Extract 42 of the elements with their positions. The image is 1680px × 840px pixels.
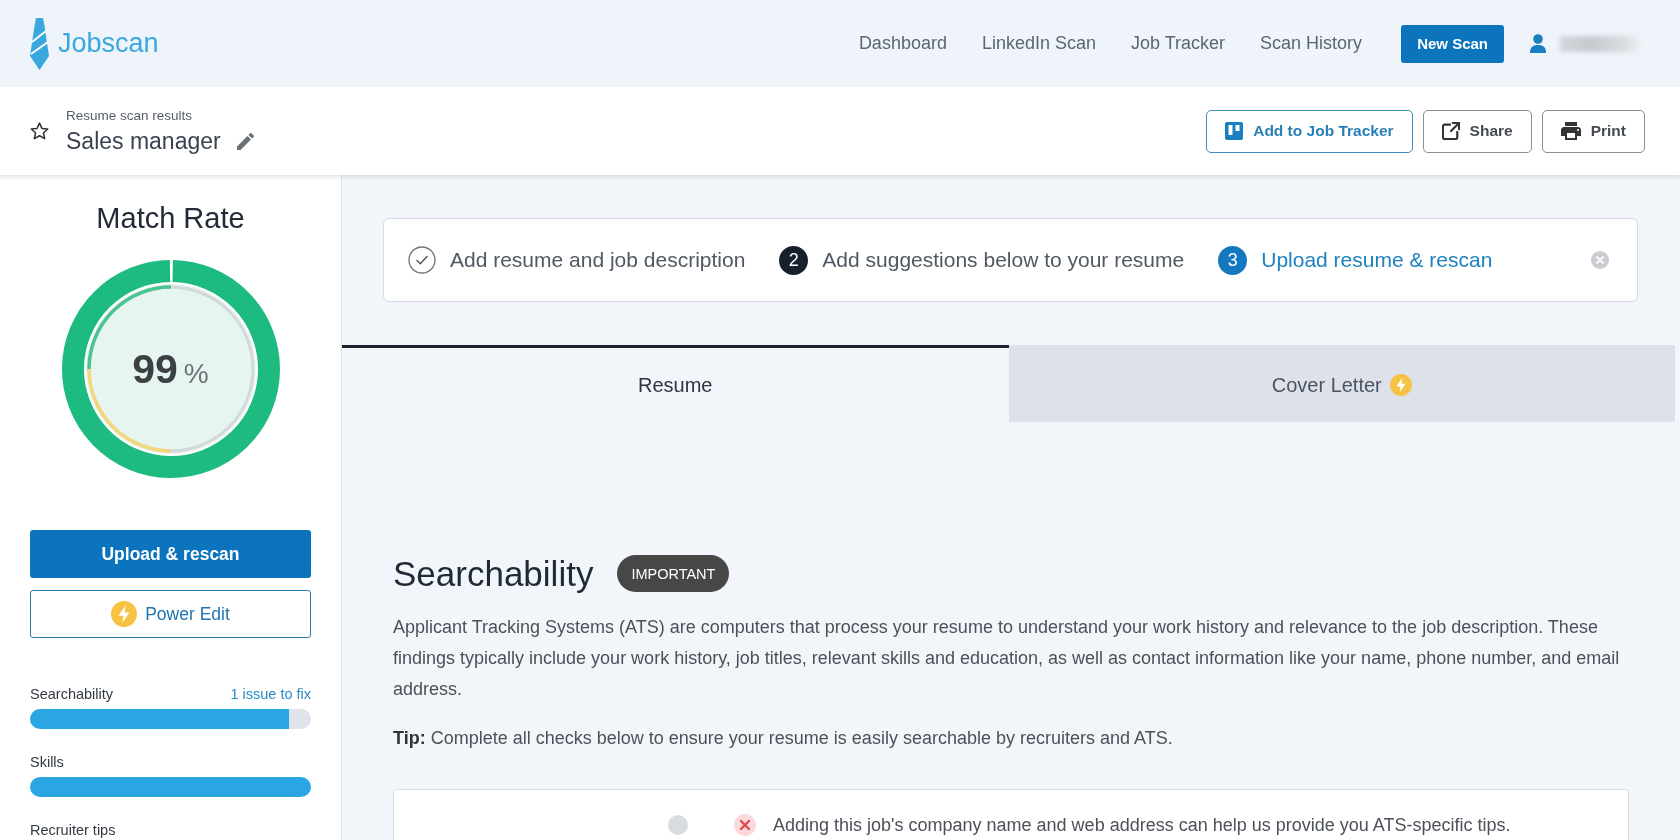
page-subtitle: Resume scan results <box>66 107 194 123</box>
tie-logo-icon <box>30 17 49 70</box>
importance-label: IMPORTANT <box>617 555 730 592</box>
step-label: Add resume and job description <box>450 248 746 272</box>
star-icon[interactable] <box>30 122 49 140</box>
tab[interactable]: Cover Letter <box>1008 345 1675 422</box>
pencil-icon[interactable] <box>236 132 254 150</box>
nav-link[interactable]: LinkedIn Scan <box>981 33 1097 54</box>
match-rate-value: 99% <box>132 345 209 393</box>
step-label: Add suggestions below to your resume <box>822 248 1185 272</box>
scan-title: Sales manager <box>66 127 221 155</box>
board-icon <box>1225 122 1244 140</box>
upload-rescan-button[interactable]: Upload & rescan <box>30 530 311 578</box>
nav-link[interactable]: Job Tracker <box>1131 33 1226 54</box>
check-circle-icon <box>408 246 436 274</box>
new-scan-button[interactable]: New Scan <box>1401 24 1504 63</box>
nav-link[interactable]: Scan History <box>1260 33 1363 54</box>
user-icon[interactable] <box>1530 34 1546 53</box>
power-edit-button[interactable]: Power Edit <box>30 590 311 638</box>
category-label: Searchability <box>30 685 113 703</box>
tip-text: Tip: Complete all checks below to ensure your resume is easily searchable by recruiters and ATS. <box>393 727 1174 750</box>
header-action-button[interactable]: Print <box>1541 109 1645 153</box>
match-rate-title: Match Rate <box>95 203 246 233</box>
section-heading: Searchability <box>393 553 594 594</box>
header-action-button[interactable]: Share <box>1422 109 1532 153</box>
external-link-icon <box>1441 122 1460 140</box>
cross-circle-icon <box>734 814 756 836</box>
circle-icon <box>668 815 688 835</box>
issue-link[interactable]: 1 issue to fix <box>230 685 311 703</box>
printer-icon <box>1560 122 1581 140</box>
section-description: Applicant Tracking Systems (ATS) are computers that process your resume to understand your work history and relevance to the job description. These findings typically include your work history, job titles, relevant skills and education, as well as contact information like your name, phone number, and email address. <box>393 616 1621 701</box>
step-number: 3 <box>1218 245 1248 275</box>
step-link[interactable]: Upload resume & rescan <box>1261 248 1493 272</box>
tab[interactable]: Resume <box>342 345 1009 422</box>
header-action-button[interactable]: Add to Job Tracker <box>1206 109 1413 153</box>
logo-text: Jobscan <box>58 28 159 59</box>
category-label: Recruiter tips <box>30 821 116 839</box>
step-number: 2 <box>779 245 809 275</box>
nav-link[interactable]: Dashboard <box>858 33 947 54</box>
category-label: Skills <box>30 753 64 771</box>
bolt-icon <box>111 601 138 627</box>
check-text: Adding this job's company name and web address can help us provide you ATS-specific tips. <box>773 815 1511 835</box>
